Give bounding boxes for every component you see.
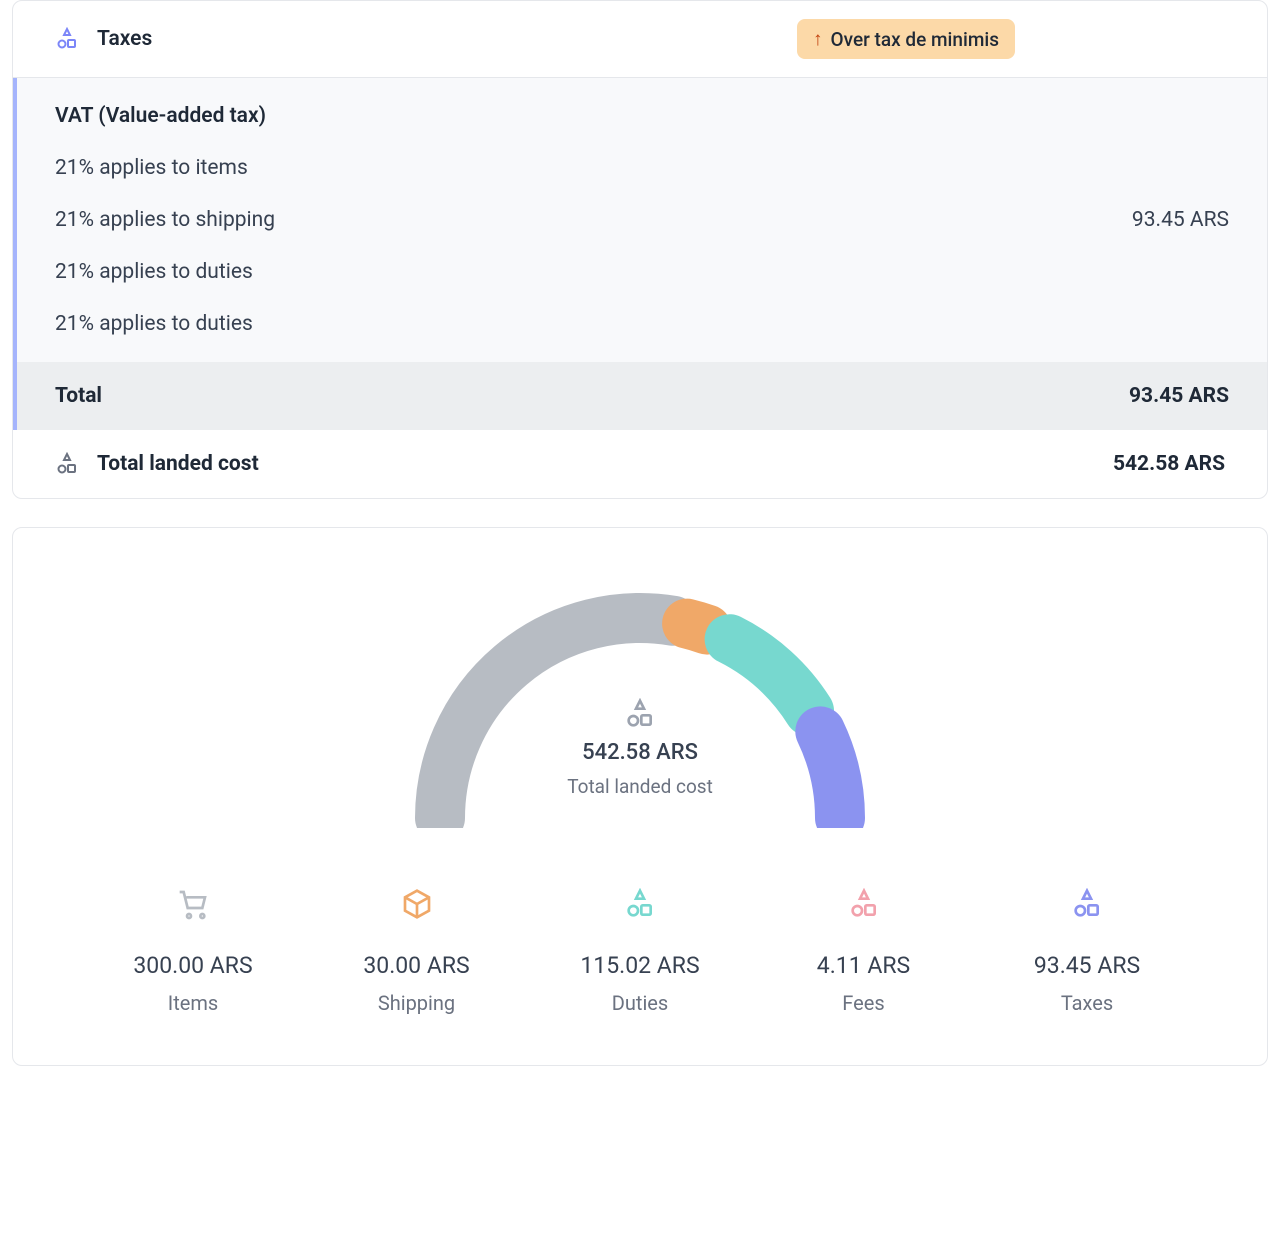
landed-cost-chart-card: 542.58 ARS Total landed cost 300.00 ARS …	[12, 527, 1268, 1066]
vat-line: 21% applies to duties	[55, 312, 1229, 336]
chart-legend: 300.00 ARS Items 30.00 ARS Shipping 115.…	[73, 888, 1207, 1015]
vat-amount: 93.45 ARS	[1132, 208, 1229, 232]
total-value: 93.45 ARS	[1129, 384, 1229, 408]
landed-value: 542.58 ARS	[1113, 452, 1225, 476]
legend-item-fees: 4.11 ARS Fees	[774, 888, 954, 1015]
landed-cost-row: Total landed cost 542.58 ARS	[13, 430, 1267, 498]
shapes-icon	[55, 27, 79, 51]
landed-label: Total landed cost	[97, 452, 259, 476]
legend-item-duties: 115.02 ARS Duties	[550, 888, 730, 1015]
vat-line: 21% applies to items	[55, 156, 1229, 180]
legend-label: Shipping	[378, 991, 455, 1015]
cart-icon	[177, 888, 209, 920]
taxes-total-row: Total 93.45 ARS	[13, 362, 1267, 430]
legend-item-items: 300.00 ARS Items	[103, 888, 283, 1015]
gauge-total-label: Total landed cost	[567, 775, 713, 798]
shapes-icon	[1071, 888, 1103, 920]
vat-section: VAT (Value-added tax) 21% applies to ite…	[13, 78, 1267, 362]
legend-label: Taxes	[1061, 991, 1113, 1015]
legend-value: 115.02 ARS	[580, 952, 699, 979]
taxes-title: Taxes	[97, 27, 152, 51]
legend-label: Duties	[612, 991, 668, 1015]
gauge-total-value: 542.58 ARS	[582, 740, 698, 765]
arrow-up-icon: ↑	[813, 27, 823, 51]
vat-line: 21% applies to duties	[55, 260, 1229, 284]
vat-row-shipping: 21% applies to shipping 93.45 ARS	[55, 208, 1229, 232]
badge-text: Over tax de minimis	[831, 28, 999, 51]
vat-line: 21% applies to shipping	[55, 208, 275, 232]
legend-item-taxes: 93.45 ARS Taxes	[997, 888, 1177, 1015]
legend-value: 300.00 ARS	[133, 952, 252, 979]
vat-title: VAT (Value-added tax)	[55, 104, 1229, 128]
legend-value: 30.00 ARS	[363, 952, 469, 979]
taxes-card: Taxes ↑ Over tax de minimis VAT (Value-a…	[12, 0, 1268, 499]
gauge-chart: 542.58 ARS Total landed cost	[73, 568, 1207, 928]
shapes-icon	[624, 888, 656, 920]
taxes-header: Taxes ↑ Over tax de minimis	[13, 1, 1267, 78]
shapes-icon	[55, 452, 79, 476]
total-label: Total	[55, 384, 102, 408]
legend-label: Items	[168, 991, 218, 1015]
box-icon	[401, 888, 433, 920]
shapes-icon	[624, 698, 656, 730]
tax-deminimis-badge: ↑ Over tax de minimis	[797, 19, 1015, 59]
legend-item-shipping: 30.00 ARS Shipping	[327, 888, 507, 1015]
shapes-icon	[848, 888, 880, 920]
legend-value: 4.11 ARS	[817, 952, 910, 979]
legend-value: 93.45 ARS	[1034, 952, 1140, 979]
legend-label: Fees	[842, 991, 884, 1015]
